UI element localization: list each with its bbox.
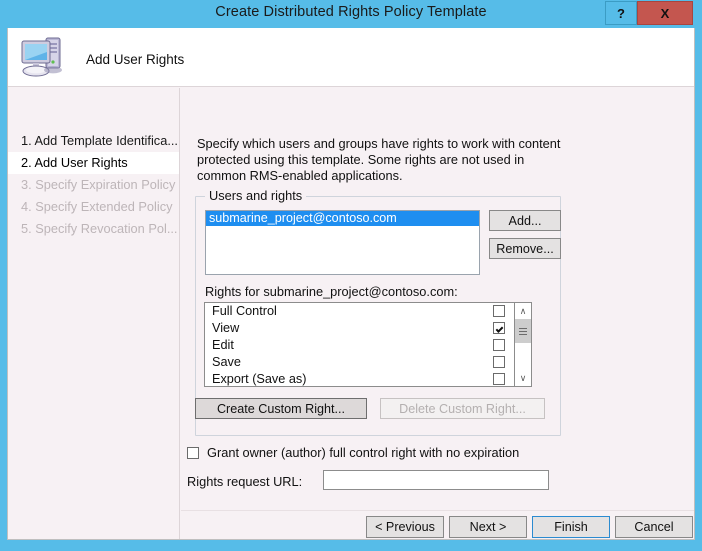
help-button[interactable]: ? bbox=[605, 1, 637, 25]
list-item[interactable]: submarine_project@contoso.com bbox=[206, 211, 479, 226]
sidebar-item-specify-extended-policy: 4. Specify Extended Policy bbox=[21, 199, 173, 214]
right-label: Edit bbox=[212, 338, 234, 352]
grant-owner-checkbox[interactable] bbox=[187, 447, 199, 459]
next-button[interactable]: Next > bbox=[449, 516, 527, 538]
users-listbox[interactable]: submarine_project@contoso.com bbox=[205, 210, 480, 275]
sidebar-item-add-user-rights[interactable]: 2. Add User Rights bbox=[8, 152, 179, 174]
grant-owner-label: Grant owner (author) full control right … bbox=[207, 445, 520, 460]
dialog-window: Create Distributed Rights Policy Templat… bbox=[0, 0, 702, 551]
title-bar: Create Distributed Rights Policy Templat… bbox=[0, 0, 702, 26]
create-custom-right-button[interactable]: Create Custom Right... bbox=[195, 398, 367, 419]
right-checkbox-save[interactable] bbox=[493, 356, 505, 368]
cancel-button[interactable]: Cancel bbox=[615, 516, 693, 538]
dialog-footer: < Previous Next > Finish Cancel bbox=[181, 511, 694, 539]
right-label: View bbox=[212, 321, 240, 335]
grant-owner-row[interactable]: Grant owner (author) full control right … bbox=[187, 445, 567, 462]
right-label: Export (Save as) bbox=[212, 372, 307, 386]
content-panel: Specify which users and groups have righ… bbox=[181, 88, 694, 539]
table-row[interactable]: View bbox=[205, 320, 514, 337]
scroll-down-icon[interactable]: ∨ bbox=[515, 370, 531, 386]
sidebar-item-specify-expiration-policy: 3. Specify Expiration Policy bbox=[21, 177, 176, 192]
right-checkbox-full-control[interactable] bbox=[493, 305, 505, 317]
add-user-button[interactable]: Add... bbox=[489, 210, 561, 231]
table-row[interactable]: Full Control bbox=[205, 303, 514, 320]
rights-request-url-label: Rights request URL: bbox=[187, 474, 303, 489]
computer-icon bbox=[18, 34, 70, 82]
rights-scrollbar[interactable]: ∧ ∨ bbox=[514, 303, 531, 386]
scrollbar-thumb[interactable] bbox=[515, 319, 531, 343]
rights-listbox[interactable]: Full Control View Edit Save Export (Save… bbox=[204, 302, 532, 387]
remove-user-button[interactable]: Remove... bbox=[489, 238, 561, 259]
delete-custom-right-button: Delete Custom Right... bbox=[380, 398, 545, 419]
right-label: Full Control bbox=[212, 304, 277, 318]
sidebar-item-specify-revocation-policy: 5. Specify Revocation Pol... bbox=[21, 221, 178, 236]
caption-buttons: ? X bbox=[605, 1, 693, 25]
grip-icon bbox=[519, 326, 527, 337]
right-checkbox-view[interactable] bbox=[493, 322, 505, 334]
dialog-header: Add User Rights bbox=[8, 28, 694, 87]
right-checkbox-edit[interactable] bbox=[493, 339, 505, 351]
close-button[interactable]: X bbox=[637, 1, 693, 25]
finish-button[interactable]: Finish bbox=[532, 516, 610, 538]
page-title: Add User Rights bbox=[86, 52, 185, 67]
rights-for-user-label: Rights for submarine_project@contoso.com… bbox=[205, 284, 458, 299]
table-row[interactable]: Export (Save as) bbox=[205, 371, 514, 388]
rights-rows: Full Control View Edit Save Export (Save… bbox=[205, 303, 514, 386]
right-label: Save bbox=[212, 355, 241, 369]
intro-text: Specify which users and groups have righ… bbox=[197, 136, 561, 183]
users-and-rights-legend: Users and rights bbox=[205, 188, 307, 203]
right-checkbox-export[interactable] bbox=[493, 373, 505, 385]
previous-button[interactable]: < Previous bbox=[366, 516, 444, 538]
table-row[interactable]: Save bbox=[205, 354, 514, 371]
rights-request-url-input[interactable] bbox=[323, 470, 549, 490]
table-row[interactable]: Edit bbox=[205, 337, 514, 354]
scroll-up-icon[interactable]: ∧ bbox=[515, 303, 531, 319]
window-title: Create Distributed Rights Policy Templat… bbox=[215, 4, 487, 20]
wizard-steps-sidebar: 1. Add Template Identifica... 2. Add Use… bbox=[8, 88, 180, 539]
client-area: Add User Rights 1. Add Template Identifi… bbox=[7, 28, 695, 540]
sidebar-item-add-template-identification[interactable]: 1. Add Template Identifica... bbox=[8, 130, 179, 152]
